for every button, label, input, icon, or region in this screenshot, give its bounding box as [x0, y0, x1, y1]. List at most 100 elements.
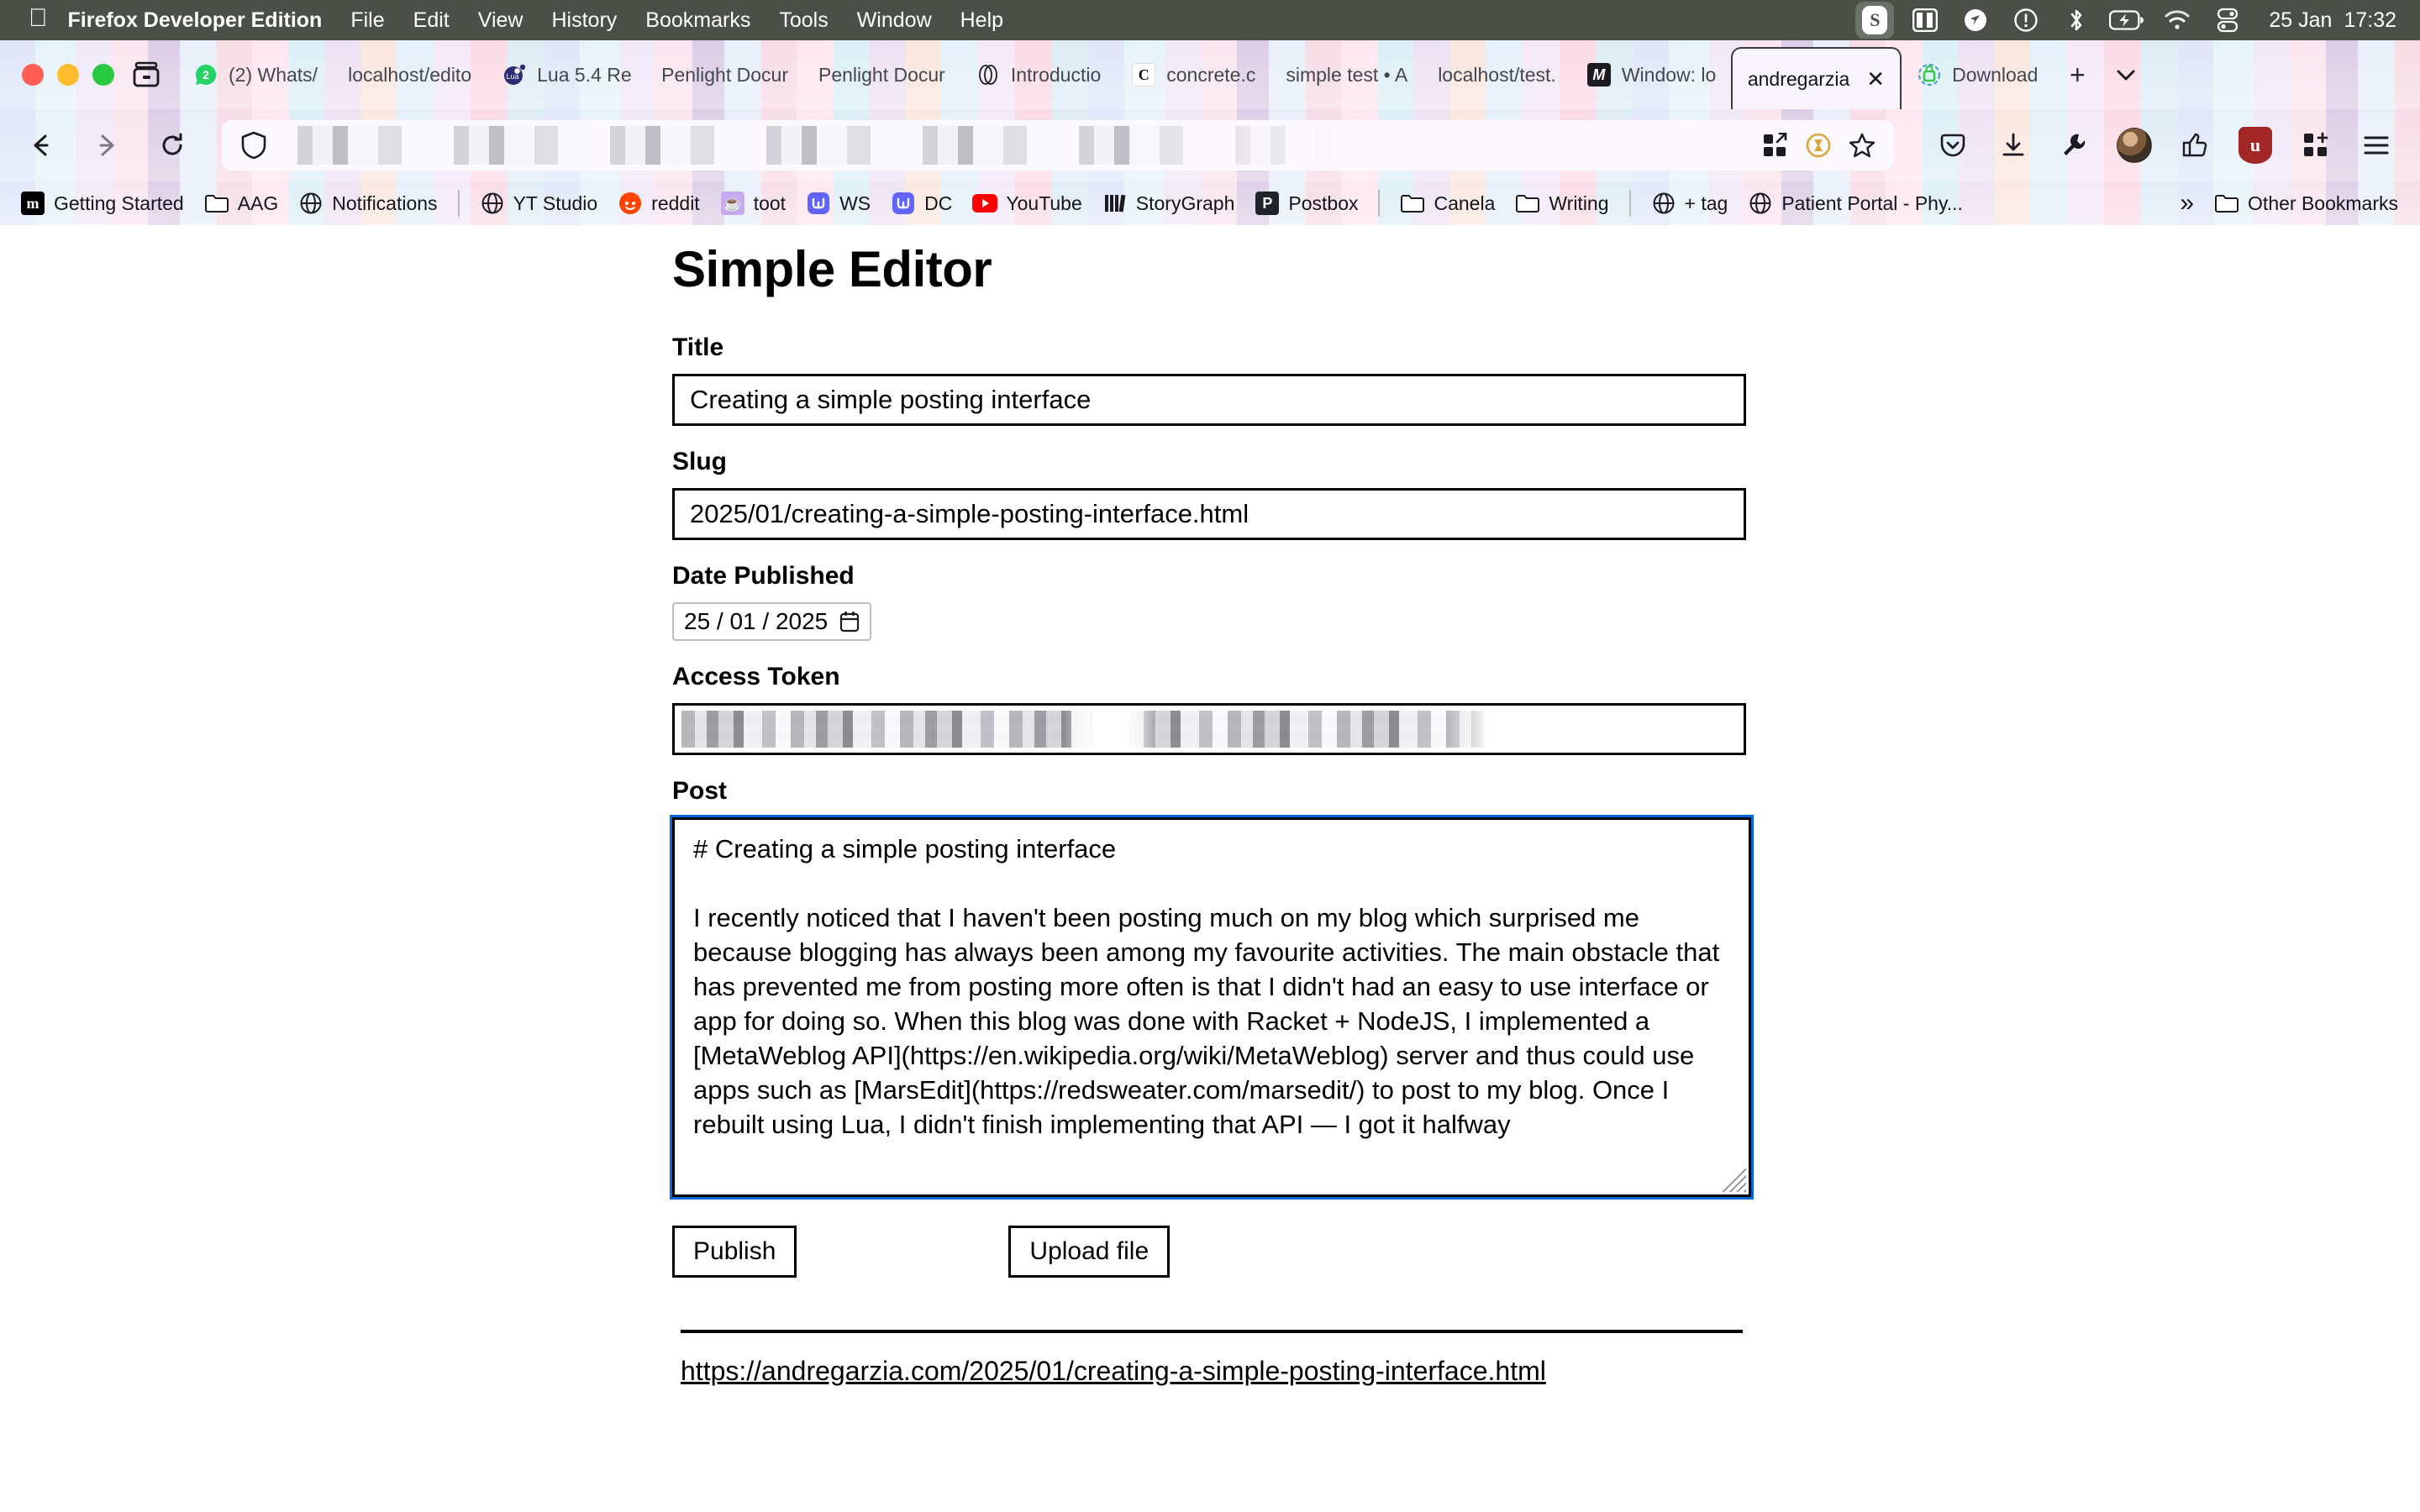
page-viewport: Simple Editor Title Creating a simple po…: [0, 225, 2420, 1512]
address-bar-input[interactable]: [279, 126, 1746, 165]
menu-help[interactable]: Help: [960, 8, 1003, 33]
menu-file[interactable]: File: [350, 8, 384, 33]
list-all-tabs-button[interactable]: [119, 60, 173, 89]
close-window-button[interactable]: [22, 64, 44, 86]
bookmark-dc[interactable]: DC: [881, 185, 962, 222]
toot-icon: ☕: [720, 191, 745, 216]
tab-localhost-editor[interactable]: localhost/edito: [333, 45, 487, 105]
bookmark-star-icon[interactable]: [1842, 125, 1882, 165]
bookmark-youtube[interactable]: YouTube: [962, 185, 1092, 222]
tab-introduction[interactable]: Introductio: [960, 45, 1116, 105]
notification-warning-icon[interactable]: [2008, 3, 2044, 38]
bookmark-ws[interactable]: WS: [796, 185, 881, 222]
control-center-icon[interactable]: [2210, 3, 2245, 38]
mdn-m-icon: M: [1586, 62, 1612, 87]
devtools-wrench-icon[interactable]: [2050, 122, 2097, 169]
bookmark-getting-started[interactable]: m Getting Started: [10, 185, 194, 222]
textarea-resize-handle[interactable]: [1721, 1167, 1746, 1192]
reader-mode-icon[interactable]: [1798, 125, 1839, 165]
access-token-label: Access Token: [672, 663, 840, 690]
slug-input[interactable]: 2025/01/creating-a-simple-posting-interf…: [672, 488, 1746, 540]
menubar-app-name[interactable]: Firefox Developer Edition: [68, 8, 323, 33]
bookmark-canela[interactable]: Canela: [1390, 185, 1505, 222]
bookmark-label: reddit: [651, 192, 700, 214]
bookmark-postbox[interactable]: P Postbox: [1244, 185, 1368, 222]
mozilla-m-icon: m: [20, 191, 45, 216]
extensions-grid-icon[interactable]: [2292, 122, 2339, 169]
location-arrow-icon[interactable]: [1958, 3, 1993, 38]
tab-simple-test[interactable]: simple test • A: [1270, 45, 1423, 105]
tab-whatsapp[interactable]: 2 (2) Whats/: [178, 45, 333, 105]
tab-download[interactable]: Download: [1902, 45, 2053, 105]
tab-label: concrete.c: [1166, 63, 1256, 86]
tracking-protection-shield-icon[interactable]: [240, 131, 267, 160]
bookmark-add-tag[interactable]: + tag: [1641, 185, 1739, 222]
bookmark-separator: [1628, 190, 1631, 217]
tab-window-doc[interactable]: M Window: lo: [1571, 45, 1731, 105]
bookmark-other-bookmarks[interactable]: Other Bookmarks: [2204, 185, 2408, 222]
menu-tools[interactable]: Tools: [779, 8, 828, 33]
back-button[interactable]: [17, 121, 66, 170]
menu-bookmarks[interactable]: Bookmarks: [645, 8, 750, 33]
tab-concrete[interactable]: C concrete.c: [1116, 45, 1270, 105]
result-url-link[interactable]: https://andregarzia.com/2025/01/creating…: [681, 1353, 1546, 1389]
tab-penlight-docs-1[interactable]: Penlight Docur: [646, 45, 803, 105]
bookmark-label: StoryGraph: [1135, 192, 1235, 214]
maximize-window-button[interactable]: [92, 64, 114, 86]
browser-toolbar-icons: u: [1916, 122, 2420, 169]
minimize-window-button[interactable]: [57, 64, 79, 86]
split-view-icon[interactable]: [1907, 3, 1943, 38]
menu-edit[interactable]: Edit: [413, 8, 450, 33]
access-token-input[interactable]: [672, 703, 1746, 755]
date-published-input[interactable]: 25 / 01 / 2025: [672, 602, 872, 641]
downloads-icon[interactable]: [1990, 122, 2037, 169]
menu-view[interactable]: View: [478, 8, 523, 33]
bluetooth-icon[interactable]: [2059, 3, 2094, 38]
apple-logo-icon[interactable]: : [29, 6, 48, 31]
bookmark-toot[interactable]: ☕ toot: [710, 185, 796, 222]
tab-localhost-test[interactable]: localhost/test.: [1423, 45, 1571, 105]
bookmark-writing[interactable]: Writing: [1505, 185, 1618, 222]
stage-manager-icon[interactable]: S: [1855, 2, 1895, 39]
bookmark-patient-portal[interactable]: Patient Portal - Phy...: [1738, 185, 1973, 222]
bookmark-aag[interactable]: AAG: [194, 185, 289, 222]
upload-file-button[interactable]: Upload file: [1008, 1226, 1171, 1278]
bookmark-label: Other Bookmarks: [2248, 192, 2398, 214]
youtube-icon: [972, 191, 998, 216]
tab-label: Penlight Docur: [661, 63, 788, 86]
close-tab-button[interactable]: ✕: [1866, 66, 1885, 92]
wifi-icon[interactable]: [2160, 3, 2195, 38]
tab-penlight-docs-2[interactable]: Penlight Docur: [803, 45, 960, 105]
title-input[interactable]: Creating a simple posting interface: [672, 374, 1746, 426]
firefox-window: 2 (2) Whats/ localhost/edito Lua Lua 5.4…: [0, 40, 2420, 1512]
tab-andregarzia-active[interactable]: andregarzia ✕: [1730, 47, 1902, 109]
publish-button[interactable]: Publish: [672, 1226, 797, 1278]
reload-button[interactable]: [148, 121, 197, 170]
bookmark-notifications[interactable]: Notifications: [288, 185, 447, 222]
calendar-icon[interactable]: [839, 611, 860, 633]
extension-thumb-icon[interactable]: [2171, 122, 2218, 169]
app-menu-icon[interactable]: [2353, 122, 2400, 169]
bookmark-reddit[interactable]: reddit: [608, 185, 710, 222]
bookmark-yt-studio[interactable]: YT Studio: [470, 185, 608, 222]
bookmark-label: Patient Portal - Phy...: [1781, 192, 1963, 214]
tab-lua-reference[interactable]: Lua Lua 5.4 Re: [487, 45, 646, 105]
account-avatar-icon[interactable]: [2111, 122, 2158, 169]
battery-charging-icon[interactable]: [2109, 3, 2144, 38]
pocket-save-icon[interactable]: [1929, 122, 1976, 169]
menu-history[interactable]: History: [551, 8, 617, 33]
title-field-label: Title: [672, 333, 724, 361]
forward-button[interactable]: [82, 121, 131, 170]
open-in-app-icon[interactable]: [1754, 125, 1795, 165]
chevron-down-icon[interactable]: [2102, 50, 2150, 99]
bookmarks-overflow-button[interactable]: »: [2170, 185, 2204, 222]
tab-label: (2) Whats/: [229, 63, 318, 86]
bookmark-storygraph[interactable]: StoryGraph: [1092, 185, 1245, 222]
address-bar[interactable]: [222, 120, 1894, 171]
menu-window[interactable]: Window: [857, 8, 932, 33]
menubar-clock[interactable]: 25 Jan 17:32: [2269, 8, 2396, 33]
new-tab-button[interactable]: +: [2053, 50, 2102, 99]
ublock-origin-icon[interactable]: u: [2232, 122, 2279, 169]
post-textarea[interactable]: # Creating a simple posting interface I …: [670, 815, 1754, 1200]
tab-strip: 2 (2) Whats/ localhost/edito Lua Lua 5.4…: [0, 40, 2420, 109]
